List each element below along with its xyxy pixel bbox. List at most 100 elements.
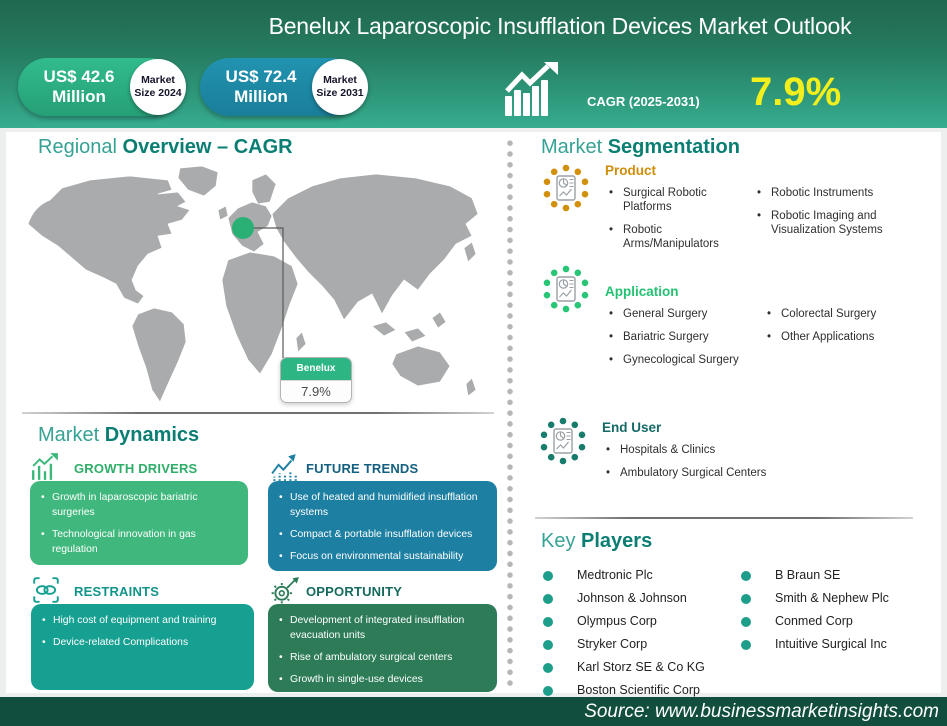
market-size-2024-badge: US$ 42.6 Million Market Size 2024 (18, 58, 190, 116)
key-player-name: Medtronic Plc (577, 568, 653, 582)
future-trends-icon (270, 452, 300, 482)
growth-drivers-item: Growth in laparoscopic bariatric surgeri… (36, 490, 240, 520)
product-item: Surgical Robotic Platforms (605, 186, 733, 214)
application-item: Gynecological Surgery (605, 353, 743, 367)
application-item: General Surgery (605, 307, 743, 321)
opportunity-label: OPPORTUNITY (306, 584, 403, 599)
source-text: Source: www.businessmarketinsights.com (584, 701, 939, 722)
key-player-row: Medtronic Plc (543, 569, 705, 582)
key-player-row: Conmed Corp (741, 615, 889, 628)
future-trends-item: Compact & portable insufflation devices (274, 527, 489, 542)
key-player-row: Olympus Corp (543, 615, 705, 628)
bullet-dot-icon (741, 616, 751, 627)
application-title: Application (605, 284, 679, 299)
future-trends-box: Use of heated and humidified insufflatio… (268, 481, 497, 571)
benelux-map-marker (232, 217, 254, 239)
future-trends-item: Focus on environmental sustainability (274, 549, 489, 564)
segmentation-heading-light: Market (541, 136, 603, 158)
market-size-2031-circle: Market Size 2031 (312, 59, 368, 115)
market-size-2031-badge: US$ 72.4 Million Market Size 2031 (200, 58, 372, 116)
growth-drivers-box: Growth in laparoscopic bariatric surgeri… (30, 481, 248, 592)
regional-heading-bold: Overview – CAGR (122, 136, 293, 158)
tooltip-cagr-value: 7.9% (281, 380, 351, 402)
opportunity-item: Rise of ambulatory surgical centers (274, 650, 489, 665)
market-size-2024-value: US$ 42.6 Million (43, 67, 115, 106)
key-player-row: Boston Scientific Corp (543, 684, 705, 697)
dynamics-heading-light: Market (38, 424, 100, 446)
bullet-dot-icon (543, 639, 553, 650)
key-player-name: Karl Storz SE & Co KG (577, 660, 705, 674)
bullet-dot-icon (543, 570, 553, 581)
product-title: Product (605, 163, 657, 178)
cagr-value: 7.9% (750, 70, 842, 114)
end-user-item: Hospitals & Clinics (602, 443, 766, 457)
key-player-name: Johnson & Johnson (577, 591, 687, 605)
segment-product: Product Surgical Robotic Platforms Robot… (541, 163, 921, 260)
key-player-name: Olympus Corp (577, 614, 657, 628)
product-item: Robotic Instruments (753, 186, 921, 200)
opportunity-item: Development of integrated insufflation e… (274, 613, 489, 643)
key-players-heading: Key Players (541, 530, 652, 553)
bullet-dot-icon (543, 662, 553, 673)
segment-application: Application General Surgery Bariatric Su… (541, 264, 913, 376)
restraints-label: RESTRAINTS (74, 584, 160, 599)
growth-drivers-item: Technological innovation in gas regulati… (36, 527, 240, 557)
market-segmentation-heading: Market Segmentation (541, 136, 740, 159)
cagr-label: CAGR (2025-2031) (587, 94, 700, 109)
application-item: Other Applications (763, 330, 913, 344)
regional-heading-light: Regional (38, 136, 117, 158)
benelux-tooltip: Benelux 7.9% (280, 357, 352, 403)
future-trends-item: Use of heated and humidified insufflatio… (274, 490, 489, 520)
opportunity-item: Growth in single-use devices (274, 672, 489, 687)
end-user-item: Ambulatory Surgical Centers (602, 466, 766, 480)
bullet-dot-icon (543, 616, 553, 627)
end-user-document-icon (538, 416, 588, 489)
bullet-dot-icon (543, 685, 553, 696)
market-size-2024-circle: Market Size 2024 (130, 59, 186, 115)
key-player-name: Conmed Corp (775, 614, 853, 628)
key-players-column-2: B Braun SE Smith & Nephew Plc Conmed Cor… (741, 569, 889, 661)
opportunity-icon (270, 575, 300, 605)
growth-drivers-label: GROWTH DRIVERS (74, 461, 198, 476)
key-player-row: Stryker Corp (543, 638, 705, 651)
key-player-row: Intuitive Surgical Inc (741, 638, 889, 651)
header-banner: Benelux Laparoscopic Insufflation Device… (0, 0, 947, 128)
right-section-divider (535, 517, 913, 519)
growth-drivers-icon (30, 452, 60, 482)
restraints-box: High cost of equipment and training Devi… (31, 604, 254, 690)
opportunity-box: Development of integrated insufflation e… (268, 604, 497, 692)
key-player-row: Smith & Nephew Plc (741, 592, 889, 605)
page-title: Benelux Laparoscopic Insufflation Device… (268, 13, 852, 39)
key-player-name: B Braun SE (775, 568, 841, 582)
product-item: Robotic Imaging and Visualization System… (753, 209, 921, 237)
product-document-icon (541, 163, 591, 260)
application-document-icon (541, 264, 591, 376)
segment-end-user: End User Hospitals & Clinics Ambulatory … (538, 416, 766, 489)
application-item: Colorectal Surgery (763, 307, 913, 321)
key-player-name: Boston Scientific Corp (577, 683, 700, 697)
bullet-dot-icon (741, 593, 751, 604)
key-players-heading-light: Key (541, 530, 576, 552)
growth-chart-icon (503, 62, 567, 123)
segmentation-heading-bold: Segmentation (607, 136, 740, 158)
key-players-column-1: Medtronic Plc Johnson & Johnson Olympus … (543, 569, 705, 707)
world-map (20, 162, 492, 410)
bullet-dot-icon (741, 570, 751, 581)
dynamics-heading-bold: Dynamics (104, 424, 200, 446)
product-item: Robotic Arms/Manipulators (605, 223, 733, 251)
regional-overview-heading: Regional Overview – CAGR (38, 136, 293, 159)
key-player-name: Stryker Corp (577, 637, 648, 651)
footer-bar: Source: www.businessmarketinsights.com (0, 697, 947, 726)
key-player-name: Smith & Nephew Plc (775, 591, 889, 605)
key-players-heading-bold: Players (581, 530, 653, 552)
restraints-item: High cost of equipment and training (37, 613, 246, 628)
left-section-divider (22, 412, 494, 414)
key-player-row: B Braun SE (741, 569, 889, 582)
tooltip-region-label: Benelux (281, 358, 351, 380)
key-player-row: Karl Storz SE & Co KG (543, 661, 705, 674)
application-item: Bariatric Surgery (605, 330, 743, 344)
bullet-dot-icon (543, 593, 553, 604)
infographic-page: Benelux Laparoscopic Insufflation Device… (0, 0, 947, 726)
market-size-2031-value: US$ 72.4 Million (225, 67, 297, 106)
restraints-icon (31, 575, 61, 605)
